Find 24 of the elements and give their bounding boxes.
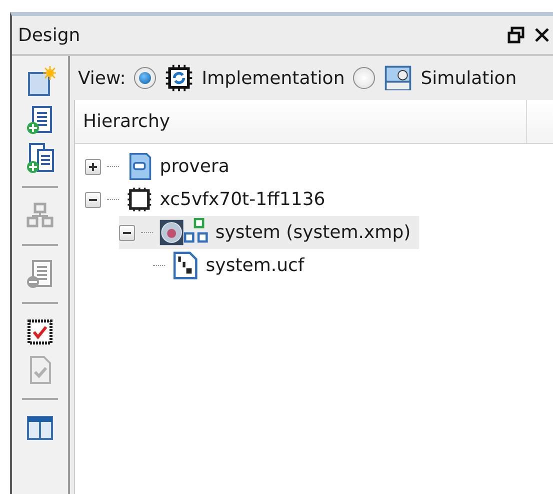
tree-row[interactable]: xc5vfx70t-1ff1136 [85,183,334,216]
tree-item-label: system (system.xmp) [215,221,411,245]
tree-item-label: xc5vfx70t-1ff1136 [160,188,326,212]
restore-icon[interactable] [507,26,525,44]
view-option-label[interactable]: Simulation [420,64,517,92]
tree-row[interactable]: system.ucf [153,249,312,282]
collapse-icon[interactable] [119,224,135,240]
tree-row[interactable]: system (system.xmp) [119,216,419,249]
simulator-icon [382,63,413,93]
view-radio[interactable] [352,67,375,89]
add-copy-button[interactable] [24,142,56,174]
ucf-file-icon [171,251,200,280]
collapse-icon[interactable] [85,192,101,208]
tree-item-label: provera [160,155,230,179]
view-radio[interactable] [134,67,156,89]
system-drawing [159,218,210,247]
column-header[interactable]: Hierarchy [75,100,553,144]
view-label: View: [78,66,126,90]
view-option-label[interactable]: Implementation [202,64,345,92]
expand-icon[interactable] [85,158,101,174]
tree-row[interactable]: provera [85,150,238,183]
tree-item-label: system.ucf [206,254,304,278]
panel-title: Design [18,24,80,48]
close-icon[interactable] [533,26,551,44]
